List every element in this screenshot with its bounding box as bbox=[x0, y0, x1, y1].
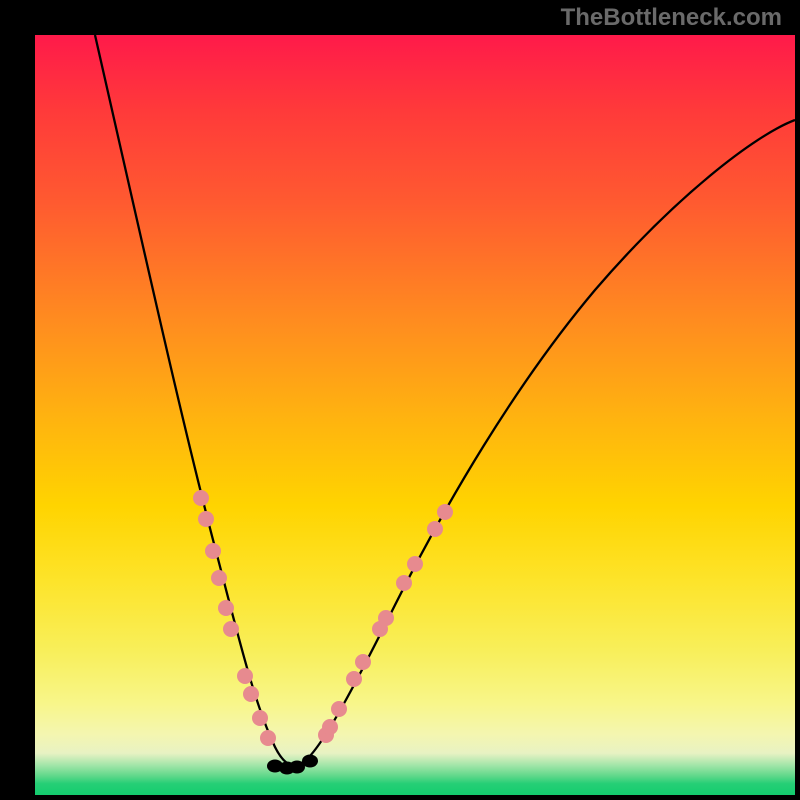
data-dot bbox=[193, 490, 209, 506]
data-dot bbox=[205, 543, 221, 559]
data-dot bbox=[437, 504, 453, 520]
bottleneck-curve bbox=[95, 35, 795, 765]
data-dot bbox=[427, 521, 443, 537]
data-dot bbox=[218, 600, 234, 616]
data-dot bbox=[243, 686, 259, 702]
data-dot bbox=[346, 671, 362, 687]
data-dot bbox=[331, 701, 347, 717]
data-dot bbox=[407, 556, 423, 572]
curve-svg bbox=[35, 35, 795, 795]
data-dot bbox=[223, 621, 239, 637]
chart-container: TheBottleneck.com bbox=[0, 0, 800, 800]
plot-area bbox=[35, 35, 795, 795]
data-dot bbox=[252, 710, 268, 726]
data-dot bbox=[260, 730, 276, 746]
data-dot bbox=[198, 511, 214, 527]
data-dot bbox=[211, 570, 227, 586]
data-dot bbox=[355, 654, 371, 670]
data-dot bbox=[322, 719, 338, 735]
data-dot bbox=[378, 610, 394, 626]
data-dot bbox=[396, 575, 412, 591]
data-dot bbox=[302, 755, 318, 768]
data-dot bbox=[237, 668, 253, 684]
watermark-text: TheBottleneck.com bbox=[561, 4, 782, 32]
